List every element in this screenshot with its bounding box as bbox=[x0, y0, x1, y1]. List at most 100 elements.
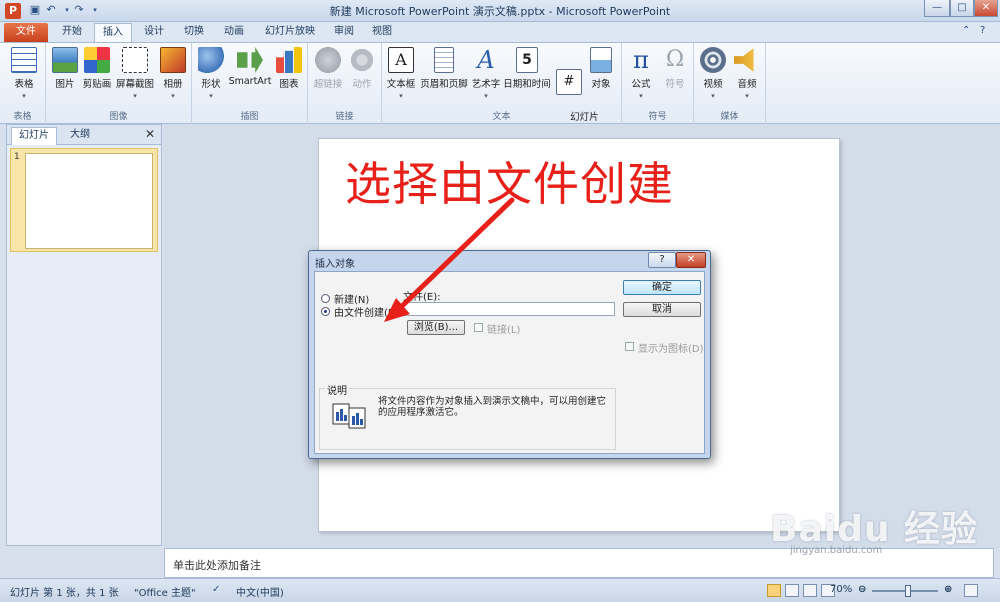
normal-view-icon[interactable] bbox=[767, 584, 781, 597]
slide-number-label: 1 bbox=[14, 152, 20, 162]
hyperlink-button[interactable]: 超链接 bbox=[311, 47, 345, 90]
shapes-button[interactable]: 形状 ▾ bbox=[196, 47, 226, 100]
speaker-icon bbox=[734, 48, 754, 72]
fit-to-window-icon[interactable] bbox=[964, 584, 978, 597]
textbox-button[interactable]: A 文本框 ▾ bbox=[384, 47, 418, 100]
table-icon bbox=[11, 47, 37, 73]
action-button[interactable]: 动作 bbox=[347, 47, 377, 90]
textbox-icon: A bbox=[388, 47, 414, 73]
chart-icon bbox=[276, 47, 302, 73]
dialog-help-button[interactable]: ? bbox=[648, 252, 676, 268]
link-checkbox-label[interactable]: 链接(L) bbox=[487, 321, 520, 336]
file-field-label: 文件(E): bbox=[403, 292, 441, 303]
slide-count-status: 幻灯片 第 1 张，共 1 张 bbox=[10, 588, 119, 599]
language-status[interactable]: 中文(中国) bbox=[236, 584, 284, 599]
minimize-button[interactable]: — bbox=[924, 0, 950, 17]
ok-button[interactable]: 确定 bbox=[623, 280, 701, 295]
ribbon-group-illustrations: 形状 ▾ SmartArt 图表 插图 bbox=[192, 43, 308, 124]
zoom-out-icon[interactable]: ⊖ bbox=[858, 584, 866, 595]
slide-number-icon: # bbox=[556, 69, 582, 95]
ribbon-group-symbols: π 公式 ▾ Ω 符号 符号 bbox=[622, 43, 694, 124]
picture-icon bbox=[52, 47, 78, 73]
tab-review[interactable]: 审阅 bbox=[328, 23, 360, 42]
tab-file[interactable]: 文件 bbox=[4, 23, 48, 42]
photo-album-button[interactable]: 相册 ▾ bbox=[158, 47, 188, 100]
file-path-input[interactable] bbox=[403, 302, 615, 316]
object-button[interactable]: 对象 bbox=[586, 47, 616, 90]
dialog-body: 新建(N) 由文件创建(F) 文件(E): 浏览(B)... 链接(L) 确定 … bbox=[314, 271, 705, 454]
smartart-button[interactable]: SmartArt bbox=[228, 47, 272, 87]
clipart-icon bbox=[84, 47, 110, 73]
picture-button[interactable]: 图片 bbox=[50, 47, 80, 90]
smartart-icon bbox=[237, 47, 263, 73]
zoom-slider-thumb[interactable] bbox=[905, 585, 912, 597]
film-reel-icon bbox=[700, 47, 726, 73]
link-checkbox[interactable] bbox=[474, 323, 483, 332]
reading-view-icon[interactable] bbox=[803, 584, 817, 597]
slide-thumbnail-1[interactable]: 1 bbox=[10, 148, 158, 252]
header-footer-button[interactable]: 页眉和页脚 bbox=[418, 47, 470, 90]
chart-button[interactable]: 图表 bbox=[274, 47, 304, 90]
zoom-level[interactable]: 70% bbox=[830, 584, 852, 595]
photo-album-icon bbox=[160, 47, 186, 73]
cancel-button[interactable]: 取消 bbox=[623, 302, 701, 317]
embedded-object-icon bbox=[332, 403, 366, 429]
slides-pane: 幻灯片 大纲 ✕ 1 bbox=[6, 124, 162, 546]
audio-button[interactable]: 音频 ▾ bbox=[732, 47, 762, 100]
ribbon-group-links: 超链接 动作 链接 bbox=[308, 43, 382, 124]
screenshot-button[interactable]: 屏幕截图 ▾ bbox=[114, 47, 156, 100]
symbol-button[interactable]: Ω 符号 bbox=[660, 47, 690, 90]
ribbon-group-media: 视频 ▾ 音频 ▾ 媒体 bbox=[694, 43, 766, 124]
spellcheck-icon[interactable]: ✓ bbox=[212, 584, 226, 597]
hyperlink-icon bbox=[315, 47, 341, 73]
tab-design[interactable]: 设计 bbox=[136, 23, 172, 42]
pi-icon: π bbox=[633, 46, 649, 74]
wordart-button[interactable]: A 艺术字 ▾ bbox=[470, 47, 502, 100]
radio-from-file-label[interactable]: 由文件创建(F) bbox=[334, 304, 398, 319]
tab-transitions[interactable]: 切换 bbox=[176, 23, 212, 42]
screenshot-icon bbox=[122, 47, 148, 73]
baidu-watermark-url: jingyan.baidu.com bbox=[790, 545, 883, 556]
video-button[interactable]: 视频 ▾ bbox=[698, 47, 728, 100]
table-button[interactable]: 表格 ▾ bbox=[7, 47, 41, 100]
ribbon: 表格▾ 表格 图片 剪贴画 屏幕截图▾ 相册▾ 图像 形状▾ Smart bbox=[0, 42, 1000, 137]
display-as-icon-checkbox[interactable] bbox=[625, 342, 634, 351]
wordart-icon: A bbox=[477, 46, 495, 74]
tab-view[interactable]: 视图 bbox=[366, 23, 398, 42]
title-bar: P ▣ ↶ ▾ ↷ ▾ 新建 Microsoft PowerPoint 演示文稿… bbox=[0, 0, 1000, 22]
result-description: 将文件内容作为对象插入到演示文稿中，可以用创建它的应用程序激活它。 bbox=[378, 396, 607, 418]
slide-sorter-icon[interactable] bbox=[785, 584, 799, 597]
ribbon-group-text: A 文本框▾ 页眉和页脚 A 艺术字▾ 5 日期和时间 # 幻灯片 编号 对象 … bbox=[382, 43, 622, 137]
tab-insert[interactable]: 插入 bbox=[94, 23, 132, 42]
notes-placeholder: 单击此处添加备注 bbox=[173, 559, 261, 572]
close-window-button[interactable]: ✕ bbox=[974, 0, 998, 17]
date-time-button[interactable]: 5 日期和时间 bbox=[502, 47, 552, 90]
help-icon[interactable]: ? bbox=[980, 25, 985, 36]
tab-slideshow[interactable]: 幻灯片放映 bbox=[258, 23, 322, 42]
tab-outline[interactable]: 大纲 bbox=[63, 127, 97, 145]
tab-slides[interactable]: 幻灯片 bbox=[11, 127, 57, 145]
maximize-button[interactable]: □ bbox=[950, 0, 974, 17]
radio-new[interactable] bbox=[321, 294, 330, 303]
equation-button[interactable]: π 公式 ▾ bbox=[626, 47, 656, 100]
clipart-button[interactable]: 剪贴画 bbox=[80, 47, 114, 90]
tab-animations[interactable]: 动画 bbox=[216, 23, 252, 42]
calendar-icon: 5 bbox=[516, 47, 538, 73]
ribbon-group-table: 表格 ▾ 表格 bbox=[0, 43, 46, 124]
annotation-text: 选择由文件创建 bbox=[345, 157, 674, 211]
radio-from-file[interactable] bbox=[321, 307, 330, 316]
insert-object-dialog: 插入对象 ? ✕ 新建(N) 由文件创建(F) 文件(E): 浏览(B)... … bbox=[308, 250, 711, 459]
omega-icon: Ω bbox=[665, 47, 685, 72]
browse-button[interactable]: 浏览(B)... bbox=[407, 320, 465, 335]
shapes-icon bbox=[198, 47, 224, 73]
minimize-ribbon-icon[interactable]: ⌃ bbox=[962, 25, 970, 36]
ribbon-group-images: 图片 剪贴画 屏幕截图 ▾ 相册 ▾ 图像 bbox=[46, 43, 192, 124]
zoom-in-icon[interactable]: ⊕ bbox=[944, 584, 952, 595]
theme-status[interactable]: "Office 主题" bbox=[134, 584, 196, 599]
close-pane-icon[interactable]: ✕ bbox=[145, 127, 155, 141]
display-as-icon-label[interactable]: 显示为图标(D) bbox=[638, 340, 704, 355]
tab-home[interactable]: 开始 bbox=[52, 23, 92, 42]
dialog-title: 插入对象 bbox=[315, 259, 355, 270]
dialog-close-button[interactable]: ✕ bbox=[676, 252, 706, 268]
ribbon-tab-bar: 文件 开始 插入 设计 切换 动画 幻灯片放映 审阅 视图 ⌃ ? bbox=[0, 22, 1000, 42]
